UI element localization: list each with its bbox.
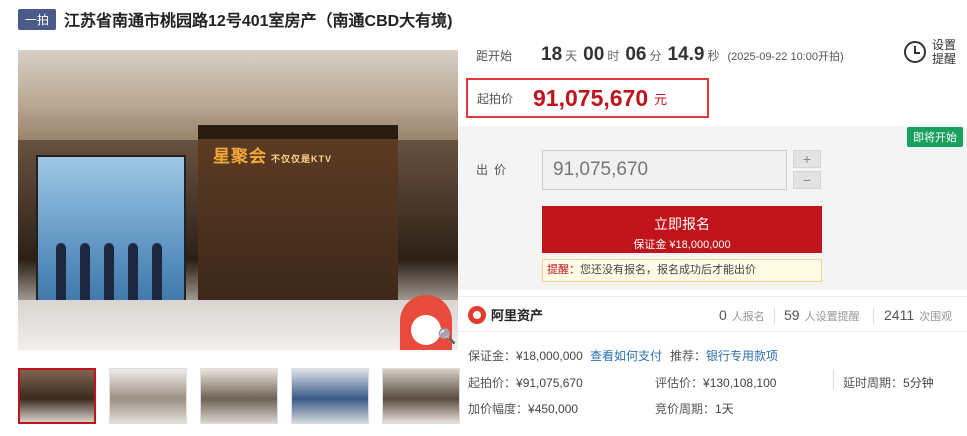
- thumbnail-1[interactable]: [18, 368, 96, 424]
- divider: [774, 308, 775, 324]
- bid-label: 出价: [476, 163, 513, 177]
- thumbnail-3[interactable]: [200, 368, 278, 424]
- cycle-value: 1天: [715, 402, 734, 416]
- start-price-label: 起拍价: [477, 91, 514, 106]
- start-price-value: 91,075,670: [533, 84, 649, 111]
- reminder-count: 59 人设置提醒: [784, 307, 860, 324]
- delay-value: 5分钟: [903, 376, 934, 390]
- delay-label: 延时周期：: [843, 376, 904, 390]
- detail-start-price-label: 起拍价：: [468, 376, 517, 390]
- reminder-count-value: 59: [784, 307, 800, 323]
- recommend-info: 推荐：银行专用款项: [670, 347, 778, 364]
- cycle-info: 竞价周期：1天: [655, 400, 734, 417]
- signup-count-label: 人报名: [731, 311, 765, 323]
- countdown-seconds: 14.9: [667, 44, 705, 65]
- auction-type-badge: 一拍: [18, 8, 57, 30]
- recommend-link[interactable]: 银行专用款项: [706, 349, 778, 363]
- start-time: (2025-09-22 10:00开拍): [727, 51, 844, 63]
- set-reminder-button[interactable]: 设置提醒: [904, 38, 958, 66]
- deposit-label: 保证金：: [468, 349, 517, 363]
- appraisal-label: 评估价：: [655, 376, 704, 390]
- status-badge: 即将开始: [907, 127, 963, 147]
- zoom-icon[interactable]: 🔍: [437, 327, 457, 347]
- deposit-value: ¥18,000,000: [516, 349, 583, 363]
- platform-name: 阿里资产: [491, 308, 544, 323]
- how-to-pay-link[interactable]: 查看如何支付: [590, 347, 662, 364]
- how-to-pay-text: 查看如何支付: [590, 349, 663, 363]
- bid-increase-button[interactable]: +: [793, 150, 821, 168]
- thumbnail-2[interactable]: [109, 368, 187, 424]
- reminder-count-label: 人设置提醒: [804, 311, 860, 323]
- countdown-hours-unit: 时: [607, 49, 620, 63]
- view-count-label: 次围观: [919, 311, 953, 323]
- set-reminder-label: 设置提醒: [932, 38, 957, 66]
- cycle-label: 竞价周期：: [655, 402, 716, 416]
- main-product-image[interactable]: 星聚会 不仅仅是KTV: [18, 50, 458, 350]
- thumbnail-4[interactable]: [291, 368, 369, 424]
- countdown-hours: 00: [583, 44, 605, 65]
- signup-count: 0 人报名: [719, 307, 765, 324]
- thumbnail-strip: [18, 368, 460, 424]
- hint-prefix: 提醒：: [547, 264, 580, 276]
- store-sign-text: 星聚会: [213, 147, 267, 166]
- increment-value: ¥450,000: [528, 402, 579, 416]
- signup-deposit: 保证金 ¥18,000,000: [633, 238, 731, 251]
- view-count: 2411 次围观: [884, 307, 952, 324]
- bid-decrease-button[interactable]: −: [793, 171, 821, 189]
- detail-start-price-value: ¥91,075,670: [516, 376, 583, 390]
- start-price-info: 起拍价：¥91,075,670: [468, 374, 583, 391]
- thumbnail-5[interactable]: [382, 368, 460, 424]
- alibaba-logo-icon: [468, 305, 486, 324]
- countdown-days: 18: [541, 44, 563, 65]
- increment-info: 加价幅度：¥450,000: [468, 400, 578, 417]
- countdown: 距开始 18 天 00 时 06 分 14.9 秒 (2025-09-22 10…: [476, 44, 844, 66]
- signup-button[interactable]: 立即报名 保证金 ¥18,000,000: [542, 206, 822, 253]
- platform-logo[interactable]: 阿里资产: [468, 305, 543, 324]
- delay-info: 延时周期：5分钟: [843, 374, 934, 391]
- appraisal-value: ¥130,108,100: [703, 376, 777, 390]
- page-title: 江苏省南通市桃园路12号401室房产（南通CBD大有境): [64, 13, 453, 30]
- recommend-label: 推荐：: [670, 349, 707, 363]
- divider: [873, 308, 874, 324]
- countdown-days-unit: 天: [565, 49, 578, 63]
- countdown-minutes-unit: 分: [649, 49, 662, 63]
- store-sign-subtext: 不仅仅是KTV: [271, 154, 333, 164]
- countdown-minutes: 06: [625, 44, 647, 65]
- image-store-sign: 星聚会 不仅仅是KTV: [213, 142, 332, 167]
- countdown-label: 距开始: [476, 49, 513, 63]
- image-floor: [18, 300, 458, 350]
- bid-input[interactable]: [542, 150, 787, 190]
- signup-hint: 提醒：您还没有报名，报名成功后才能出价: [542, 259, 822, 282]
- view-count-value: 2411: [884, 307, 915, 323]
- increment-label: 加价幅度：: [468, 402, 529, 416]
- deposit-info: 保证金：¥18,000,000: [468, 347, 583, 364]
- title-row: 一拍 江苏省南通市桃园路12号401室房产（南通CBD大有境): [18, 8, 453, 30]
- start-price-unit: 元: [654, 91, 668, 107]
- alarm-clock-icon: [904, 41, 926, 63]
- appraisal-info: 评估价：¥130,108,100: [655, 374, 776, 391]
- countdown-seconds-unit: 秒: [707, 49, 720, 63]
- hint-text: 您还没有报名，报名成功后才能出价: [580, 264, 756, 276]
- signup-count-value: 0: [719, 307, 727, 323]
- signup-label: 立即报名: [654, 215, 710, 232]
- divider: [833, 369, 834, 389]
- start-price-box: 起拍价 91,075,670 元: [466, 78, 709, 118]
